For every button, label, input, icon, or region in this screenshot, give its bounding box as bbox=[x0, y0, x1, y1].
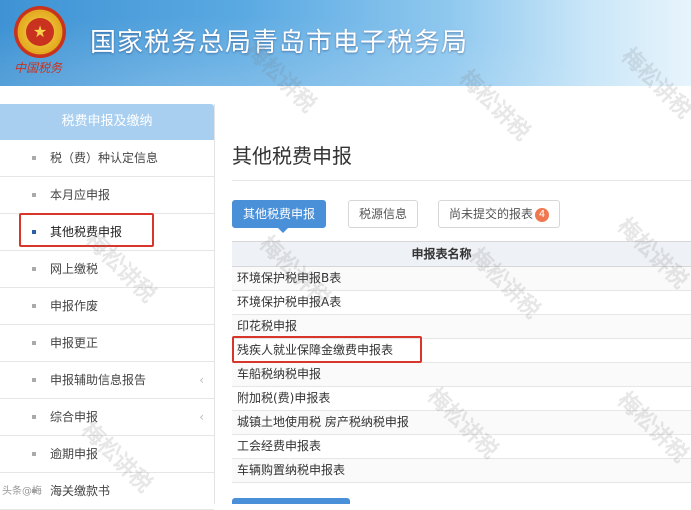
bullet-icon bbox=[32, 378, 36, 382]
sidebar-item-overdue[interactable]: 逾期申报 bbox=[0, 436, 214, 473]
highlight-box-table-row bbox=[232, 336, 422, 363]
tab-label: 尚未提交的报表 bbox=[449, 207, 534, 221]
divider bbox=[232, 180, 691, 181]
table-header: 申报表名称 bbox=[232, 242, 691, 267]
sidebar-item-label: 逾期申报 bbox=[50, 447, 99, 461]
table-row[interactable]: 车船税纳税申报 bbox=[232, 363, 691, 387]
count-badge: 4 bbox=[535, 208, 550, 222]
sidebar-header[interactable]: 税费申报及缴纳 bbox=[0, 104, 214, 140]
sidebar-item-declare-void[interactable]: 申报作废 bbox=[0, 288, 214, 325]
bullet-icon bbox=[32, 267, 36, 271]
sidebar: 税费申报及缴纳 税（费）种认定信息 本月应申报 其他税费申报 网上缴税 申报作废… bbox=[0, 104, 215, 510]
emblem-star-icon: ★ bbox=[26, 18, 54, 46]
tab-label: 税源信息 bbox=[359, 207, 408, 221]
sidebar-item-label: 税（费）种认定信息 bbox=[50, 151, 159, 165]
sidebar-item-tax-type-info[interactable]: 税（费）种认定信息 bbox=[0, 140, 214, 177]
bullet-icon bbox=[32, 304, 36, 308]
footer-logo: 头条@梅 bbox=[2, 486, 42, 497]
sidebar-item-label: 网上缴税 bbox=[50, 262, 99, 276]
sidebar-item-declare-correct[interactable]: 申报更正 bbox=[0, 325, 214, 362]
emblem-text: 中国税务 bbox=[14, 61, 63, 75]
tax-emblem-icon: ★ bbox=[14, 6, 66, 58]
tab-label: 其他税费申报 bbox=[243, 207, 316, 221]
tab-tax-source[interactable]: 税源信息 bbox=[348, 200, 419, 228]
table-row[interactable]: 环境保护税申报A表 bbox=[232, 291, 691, 315]
header-banner: ★ 中国税务 国家税务总局青岛市电子税务局 bbox=[0, 0, 691, 86]
tab-unsubmitted[interactable]: 尚未提交的报表 4 bbox=[438, 200, 561, 228]
chevron-left-icon: ‹ bbox=[199, 373, 204, 387]
sidebar-item-comprehensive[interactable]: 综合申报 ‹ bbox=[0, 399, 214, 436]
table-row[interactable]: 城镇土地使用税 房产税纳税申报 bbox=[232, 411, 691, 435]
tab-other-declare[interactable]: 其他税费申报 bbox=[232, 200, 327, 233]
bullet-icon bbox=[32, 341, 36, 345]
sidebar-item-label: 申报更正 bbox=[50, 336, 99, 350]
site-title: 国家税务总局青岛市电子税务局 bbox=[90, 28, 469, 58]
sidebar-item-label: 本月应申报 bbox=[50, 188, 111, 202]
sidebar-item-label: 申报辅助信息报告 bbox=[50, 373, 147, 387]
table-row[interactable]: 车辆购置纳税申报表 bbox=[232, 459, 691, 483]
submit-button-partial[interactable] bbox=[232, 498, 350, 504]
sidebar-item-label: 海关缴款书 bbox=[50, 484, 111, 498]
bullet-icon bbox=[32, 452, 36, 456]
bullet-icon bbox=[32, 156, 36, 160]
bullet-icon bbox=[32, 193, 36, 197]
sidebar-item-online-pay[interactable]: 网上缴税 bbox=[0, 251, 214, 288]
sidebar-item-aux-report[interactable]: 申报辅助信息报告 ‹ bbox=[0, 362, 214, 399]
chevron-left-icon: ‹ bbox=[199, 410, 204, 424]
table-row[interactable]: 附加税(费)申报表 bbox=[232, 387, 691, 411]
sidebar-item-label: 申报作废 bbox=[50, 299, 99, 313]
sidebar-item-monthly-declare[interactable]: 本月应申报 bbox=[0, 177, 214, 214]
highlight-box-sidebar bbox=[19, 213, 154, 247]
bullet-icon bbox=[32, 415, 36, 419]
table-row[interactable]: 环境保护税申报B表 bbox=[232, 267, 691, 291]
table-row[interactable]: 工会经费申报表 bbox=[232, 435, 691, 459]
page-title: 其他税费申报 bbox=[232, 144, 352, 168]
sidebar-item-label: 综合申报 bbox=[50, 410, 99, 424]
